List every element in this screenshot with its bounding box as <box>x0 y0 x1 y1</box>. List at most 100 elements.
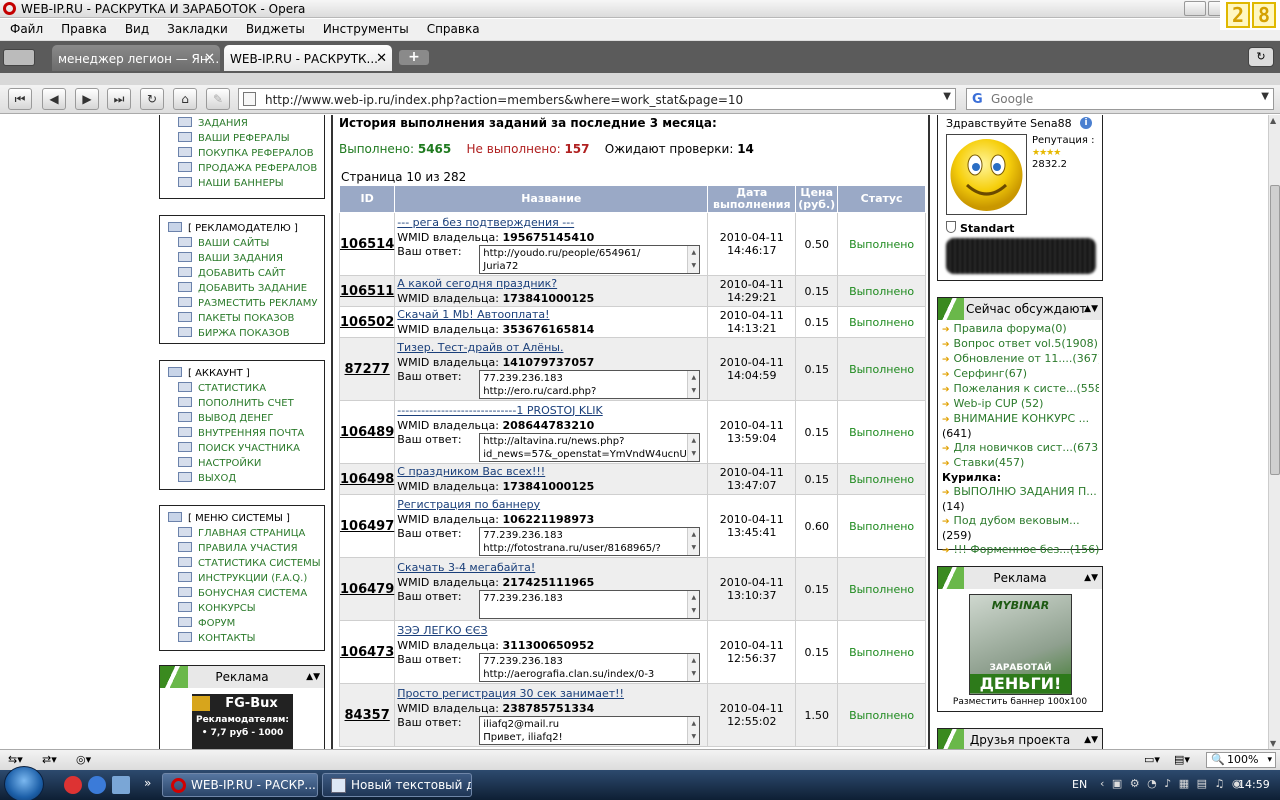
row-id[interactable]: 106498 <box>338 463 396 495</box>
row-id[interactable]: 87277 <box>338 337 396 401</box>
list-item[interactable]: ➔ Правила форума(0) <box>942 322 1099 337</box>
address-field[interactable]: http://www.web-ip.ru/index.php?action=me… <box>238 88 956 110</box>
list-item[interactable]: ➔ Пожелания к систе...(558) <box>942 382 1099 397</box>
page-scrollbar[interactable]: ▲ ▼ <box>1268 115 1280 749</box>
list-item[interactable]: ➔ Под дубом вековым... <box>942 514 1099 529</box>
nav-item[interactable]: КОНКУРСЫ <box>168 601 316 616</box>
answer-textarea[interactable]: iliafq2@mail.ru Привет, iliafq2! ▲ ▼ <box>479 715 701 745</box>
nav-item[interactable]: ПОПОЛНИТЬ СЧЕТ <box>168 396 316 411</box>
zoom-control[interactable]: 🔍 100% ▾ <box>1206 752 1276 768</box>
nav-item[interactable]: ПАКЕТЫ ПОКАЗОВ <box>168 311 316 326</box>
task-title-link[interactable]: Скачать 3-4 мегабайта! <box>397 560 705 575</box>
minimize-button[interactable] <box>1184 1 1206 16</box>
row-id[interactable]: 106473 <box>338 620 396 684</box>
menu-view[interactable]: Вид <box>115 19 157 36</box>
scroll-up-icon[interactable]: ▲ <box>1270 116 1276 125</box>
info-icon[interactable]: i <box>1080 117 1092 129</box>
fgbux-banner[interactable]: FG-Bux Рекламодателям: • 7,7 руб - 1000 <box>192 694 293 749</box>
task-title-link[interactable]: ------------------------------1 PROSTOJ … <box>397 403 705 418</box>
language-indicator[interactable]: EN <box>1072 778 1087 791</box>
list-item[interactable]: ➔ Ставки(457) <box>942 456 1099 471</box>
home-button[interactable]: ⌂ <box>173 88 197 110</box>
explorer-icon[interactable] <box>112 776 130 794</box>
forward-button[interactable]: ▶ <box>75 88 99 110</box>
tray-icons[interactable]: ‹ ▣ ⚙ ◔ ♪ ▦ ▤ ♫ ◉ <box>1100 777 1244 790</box>
view-icon[interactable]: ▭▾ <box>1144 753 1160 766</box>
nav-item[interactable]: ПРАВИЛА УЧАСТИЯ <box>168 541 316 556</box>
task-notepad[interactable]: Новый текстовый д... <box>322 773 472 797</box>
nav-item[interactable]: ГЛАВНАЯ СТРАНИЦА <box>168 526 316 541</box>
list-item[interactable]: ➔!!! Форменное без...(156) <box>942 543 1099 558</box>
answer-textarea[interactable]: 77.239.236.183 http://aerografia.clan.su/… <box>479 652 701 682</box>
ie-icon[interactable] <box>88 776 106 794</box>
nav-item[interactable]: КОНТАКТЫ <box>168 631 316 646</box>
collapse-arrows-icon[interactable]: ▲▼ <box>1084 298 1098 320</box>
turbo-icon[interactable]: ◎▾ <box>76 753 91 766</box>
answer-textarea[interactable]: 77.239.236.183 http://ero.ru/card.php? ▲ ▼ <box>479 369 701 399</box>
textarea-scrollbar[interactable]: ▲ ▼ <box>687 245 700 273</box>
nav-item[interactable]: СТАТИСТИКА СИСТЕМЫ <box>168 556 321 571</box>
menu-bookmarks[interactable]: Закладки <box>157 19 236 36</box>
search-field[interactable]: G ▼ <box>966 88 1274 110</box>
list-item[interactable]: ➔ Серфинг(67) <box>942 367 1099 382</box>
chevron-right-icon[interactable]: » <box>144 776 151 790</box>
task-title-link[interactable]: Регистрация по баннеру <box>397 497 705 512</box>
answer-textarea[interactable]: http://youdo.ru/people/654961/Juria72 ▲ ▼ <box>479 244 701 274</box>
collapse-arrows-icon[interactable]: ▲▼ <box>1084 729 1098 749</box>
scroll-down-icon[interactable]: ▼ <box>1270 739 1276 748</box>
row-id[interactable]: 106514 <box>338 212 396 276</box>
nav-item[interactable]: ПРОДАЖА РЕФЕРАЛОВ <box>168 161 317 176</box>
scrollbar-thumb[interactable] <box>1270 185 1280 475</box>
trash-icon[interactable]: ↻ <box>1248 47 1274 67</box>
nav-item[interactable]: ФОРУМ <box>168 616 316 631</box>
task-title-link[interactable]: С праздником Вас всех!!! <box>397 464 705 479</box>
tab-manager-legion[interactable]: менеджер легион — Ян... ✕ <box>52 45 220 71</box>
avatar[interactable] <box>946 134 1027 215</box>
textarea-scrollbar[interactable]: ▲ ▼ <box>687 527 700 555</box>
nav-item[interactable]: ВНУТРЕННЯЯ ПОЧТА <box>168 426 316 441</box>
mybinar-banner[interactable]: MYBINAR ЗАРАБОТАЙ ДЕНЬГИ! <box>969 594 1072 695</box>
nav-item[interactable]: ДОБАВИТЬ САЙТ <box>168 266 316 281</box>
row-id[interactable]: 106479 <box>338 557 396 621</box>
back-button[interactable]: ◀ <box>42 88 66 110</box>
wand-button[interactable]: ✎ <box>206 88 230 110</box>
row-id[interactable]: 106497 <box>338 494 396 558</box>
page-view-icon[interactable]: ▤▾ <box>1174 753 1190 766</box>
chevron-down-icon[interactable]: ▼ <box>943 91 951 102</box>
task-title-link[interactable]: Тизер. Тест-драйв от Алёны. <box>397 340 705 355</box>
search-input[interactable] <box>991 91 1251 107</box>
nav-item[interactable]: НАСТРОЙКИ <box>168 456 316 471</box>
nav-item[interactable]: СТАТИСТИКА <box>168 381 316 396</box>
menu-widgets[interactable]: Виджеты <box>236 19 313 36</box>
list-item[interactable]: ➔ Web-ip CUP (52) <box>942 397 1099 412</box>
answer-textarea[interactable]: 77.239.236.183 ▲ ▼ <box>479 589 701 619</box>
answer-textarea[interactable]: http://altavina.ru/news.php? id_news=57&_… <box>479 432 701 462</box>
tab-web-ip[interactable]: WEB-IP.RU - РАСКРУТК... ✕ <box>224 45 392 71</box>
address-url[interactable]: http://www.web-ip.ru/index.php?action=me… <box>265 93 743 107</box>
textarea-scrollbar[interactable]: ▲ ▼ <box>687 370 700 398</box>
collapse-arrows-icon[interactable]: ▲▼ <box>1084 567 1098 589</box>
nav-item[interactable]: ПОИСК УЧАСТНИКА <box>168 441 316 456</box>
textarea-scrollbar[interactable]: ▲ ▼ <box>687 716 700 744</box>
task-title-link[interactable]: Скачай 1 Mb! Автооплата! <box>397 307 705 322</box>
task-title-link[interactable]: Просто регистрация 30 сек занимает!! <box>397 686 705 701</box>
clock[interactable]: 14:59 <box>1238 778 1270 791</box>
menu-help[interactable]: Справка <box>417 19 488 36</box>
task-title-link[interactable]: ЗЭЭ ЛЕГКО ЄЄЗ <box>397 623 705 638</box>
reload-button[interactable]: ↻ <box>140 88 164 110</box>
close-tab-icon[interactable]: ✕ <box>376 51 387 66</box>
fast-forward-button[interactable]: ⏭ <box>107 88 131 110</box>
list-item[interactable]: ➔ ВНИМАНИЕ КОНКУРС ... <box>942 412 1099 427</box>
panel-toggle-button[interactable] <box>3 49 35 66</box>
nav-item[interactable]: ВАШИ ЗАДАНИЯ <box>168 251 316 266</box>
windows-start-button[interactable] <box>4 766 44 800</box>
collapse-arrows-icon[interactable]: ▲▼ <box>306 666 320 688</box>
nav-item[interactable]: ВЫВОД ДЕНЕГ <box>168 411 316 426</box>
nav-item[interactable]: ИНСТРУКЦИИ (F.A.Q.) <box>168 571 316 586</box>
rewind-button[interactable]: ⏮ <box>8 88 32 110</box>
row-id[interactable]: 106502 <box>338 306 396 338</box>
google-icon[interactable]: G <box>972 92 983 107</box>
nav-item[interactable]: БИРЖА ПОКАЗОВ <box>168 326 316 341</box>
close-tab-icon[interactable]: ✕ <box>204 51 215 66</box>
row-id[interactable]: 106511 <box>338 275 396 307</box>
